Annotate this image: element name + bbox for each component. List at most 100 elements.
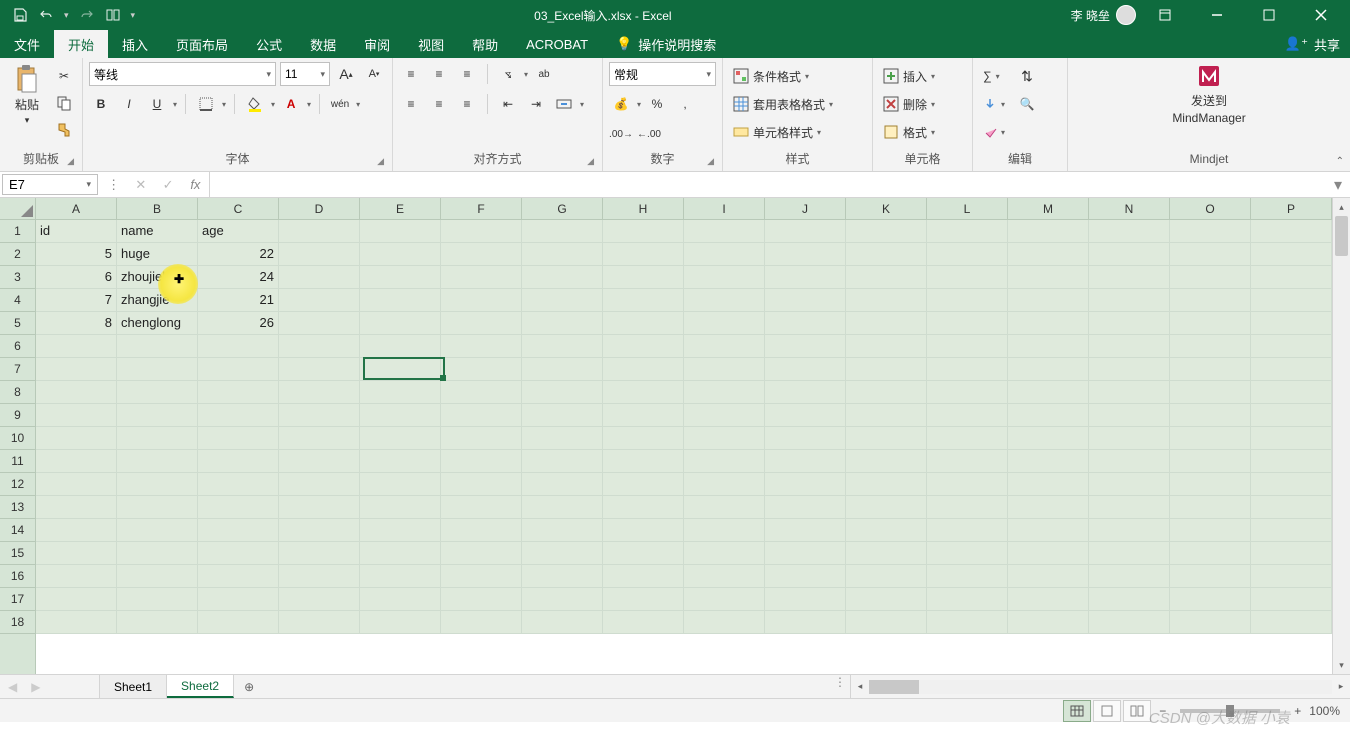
cell[interactable] bbox=[1251, 473, 1332, 496]
col-header-E[interactable]: E bbox=[360, 198, 441, 219]
cell[interactable] bbox=[1089, 358, 1170, 381]
cell[interactable] bbox=[684, 289, 765, 312]
cell[interactable] bbox=[927, 565, 1008, 588]
cell[interactable] bbox=[36, 358, 117, 381]
normal-view-button[interactable] bbox=[1063, 700, 1091, 722]
next-sheet-icon[interactable]: ▶ bbox=[31, 680, 40, 694]
font-color-icon[interactable]: A bbox=[279, 92, 303, 116]
redo-icon[interactable] bbox=[79, 7, 95, 23]
cell[interactable] bbox=[441, 450, 522, 473]
cell[interactable] bbox=[684, 404, 765, 427]
enter-icon[interactable]: ✓ bbox=[155, 172, 182, 197]
border-icon[interactable] bbox=[194, 92, 218, 116]
cell[interactable] bbox=[684, 611, 765, 634]
cell[interactable] bbox=[765, 289, 846, 312]
cell[interactable] bbox=[1251, 289, 1332, 312]
send-to-mindmanager-button[interactable]: 发送到 MindManager bbox=[1164, 62, 1254, 125]
row-header-17[interactable]: 17 bbox=[0, 588, 35, 611]
scroll-up-icon[interactable]: ▴ bbox=[1333, 198, 1350, 216]
row-header-7[interactable]: 7 bbox=[0, 358, 35, 381]
cell[interactable] bbox=[522, 496, 603, 519]
cell[interactable] bbox=[1008, 220, 1089, 243]
align-left-icon[interactable]: ≡ bbox=[399, 92, 423, 116]
col-header-K[interactable]: K bbox=[846, 198, 927, 219]
cell[interactable] bbox=[522, 611, 603, 634]
cell[interactable] bbox=[36, 473, 117, 496]
cell[interactable] bbox=[603, 381, 684, 404]
cell[interactable] bbox=[603, 588, 684, 611]
autosum-button[interactable]: ∑▾ bbox=[979, 64, 1009, 88]
col-header-C[interactable]: C bbox=[198, 198, 279, 219]
tab-数据[interactable]: 数据 bbox=[296, 30, 350, 58]
cell[interactable] bbox=[765, 243, 846, 266]
col-header-G[interactable]: G bbox=[522, 198, 603, 219]
cell[interactable] bbox=[846, 565, 927, 588]
cut-icon[interactable]: ✂ bbox=[52, 64, 76, 88]
cell[interactable] bbox=[198, 450, 279, 473]
cell[interactable] bbox=[360, 289, 441, 312]
cell[interactable] bbox=[603, 450, 684, 473]
cell[interactable] bbox=[927, 381, 1008, 404]
cell[interactable] bbox=[603, 335, 684, 358]
cell[interactable] bbox=[927, 243, 1008, 266]
accounting-icon[interactable]: 💰 bbox=[609, 92, 633, 116]
cell[interactable] bbox=[603, 266, 684, 289]
user-name[interactable]: 李 晓垒 bbox=[1071, 7, 1110, 24]
cell[interactable] bbox=[684, 266, 765, 289]
cell[interactable] bbox=[1170, 542, 1251, 565]
col-header-D[interactable]: D bbox=[279, 198, 360, 219]
tab-页面布局[interactable]: 页面布局 bbox=[162, 30, 242, 58]
cell[interactable]: 22 bbox=[198, 243, 279, 266]
cell[interactable] bbox=[360, 358, 441, 381]
cell[interactable] bbox=[1251, 519, 1332, 542]
cell[interactable] bbox=[360, 404, 441, 427]
cell[interactable] bbox=[1008, 473, 1089, 496]
cell[interactable] bbox=[1251, 266, 1332, 289]
cell[interactable] bbox=[279, 427, 360, 450]
cell[interactable] bbox=[522, 243, 603, 266]
cell[interactable] bbox=[765, 565, 846, 588]
cell[interactable] bbox=[684, 243, 765, 266]
cell[interactable] bbox=[360, 473, 441, 496]
cell[interactable] bbox=[198, 611, 279, 634]
cell[interactable] bbox=[846, 220, 927, 243]
cell[interactable] bbox=[117, 611, 198, 634]
cell[interactable] bbox=[1089, 266, 1170, 289]
cell[interactable] bbox=[279, 542, 360, 565]
cell[interactable] bbox=[117, 565, 198, 588]
cell[interactable] bbox=[1170, 381, 1251, 404]
cell[interactable] bbox=[1008, 427, 1089, 450]
cell[interactable] bbox=[1008, 542, 1089, 565]
cell[interactable] bbox=[1089, 381, 1170, 404]
cell[interactable] bbox=[198, 542, 279, 565]
cell[interactable] bbox=[846, 496, 927, 519]
cell[interactable]: 6 bbox=[36, 266, 117, 289]
cell[interactable] bbox=[360, 312, 441, 335]
cell[interactable] bbox=[360, 381, 441, 404]
cell[interactable]: 21 bbox=[198, 289, 279, 312]
cell[interactable] bbox=[360, 450, 441, 473]
col-header-M[interactable]: M bbox=[1008, 198, 1089, 219]
cell[interactable] bbox=[522, 588, 603, 611]
cell[interactable] bbox=[441, 358, 522, 381]
expand-formula-icon[interactable]: ▾ bbox=[1326, 172, 1350, 197]
cell[interactable] bbox=[846, 519, 927, 542]
cell[interactable] bbox=[441, 519, 522, 542]
cell[interactable] bbox=[198, 381, 279, 404]
row-header-8[interactable]: 8 bbox=[0, 381, 35, 404]
cell[interactable]: 5 bbox=[36, 243, 117, 266]
cell[interactable] bbox=[117, 473, 198, 496]
tab-审阅[interactable]: 审阅 bbox=[350, 30, 404, 58]
row-header-3[interactable]: 3 bbox=[0, 266, 35, 289]
cell[interactable] bbox=[1170, 243, 1251, 266]
cell[interactable] bbox=[1008, 450, 1089, 473]
page-layout-view-button[interactable] bbox=[1093, 700, 1121, 722]
cell[interactable] bbox=[846, 289, 927, 312]
cell[interactable] bbox=[927, 473, 1008, 496]
cell[interactable] bbox=[1008, 335, 1089, 358]
cell[interactable] bbox=[1170, 335, 1251, 358]
cell[interactable] bbox=[522, 335, 603, 358]
undo-icon[interactable] bbox=[38, 7, 54, 23]
cell[interactable] bbox=[684, 312, 765, 335]
bold-button[interactable]: B bbox=[89, 92, 113, 116]
